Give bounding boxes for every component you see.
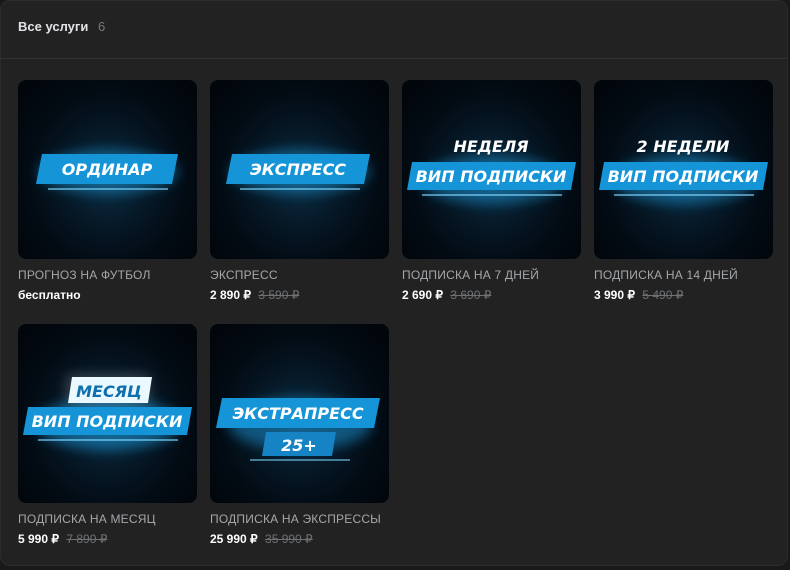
services-panel: Все услуги 6 ОРДИНАР ПРОГНОЗ НА ФУТБОЛ б… xyxy=(0,0,788,566)
product-image[interactable]: ЭКСТРАПРЕСС 25+ xyxy=(210,324,389,503)
product-name[interactable]: ПОДПИСКА НА 14 ДНЕЙ xyxy=(594,268,773,282)
product-price: 2 690 ₽ xyxy=(402,288,443,302)
product-card-extrapress[interactable]: ЭКСТРАПРЕСС 25+ ПОДПИСКА НА ЭКСПРЕССЫ 25… xyxy=(210,324,389,546)
price-row: бесплатно xyxy=(18,288,197,302)
product-price: 25 990 ₽ xyxy=(210,532,258,546)
product-name[interactable]: ПОДПИСКА НА ЭКСПРЕССЫ xyxy=(210,512,389,526)
banner-line: ОРДИНАР xyxy=(62,160,153,179)
banner-line: ВИП ПОДПИСКИ xyxy=(608,167,759,186)
banner-line: НЕДЕЛЯ xyxy=(453,137,528,156)
banner-line: МЕСЯЦ xyxy=(76,382,142,401)
product-name[interactable]: ПОДПИСКА НА 7 ДНЕЙ xyxy=(402,268,581,282)
services-grid: ОРДИНАР ПРОГНОЗ НА ФУТБОЛ бесплатно ЭКСП… xyxy=(18,80,773,546)
banner-line: ВИП ПОДПИСКИ xyxy=(416,167,567,186)
section-title: Все услуги xyxy=(18,19,89,34)
product-image[interactable]: ЭКСПРЕСС xyxy=(210,80,389,259)
product-image[interactable]: 2 НЕДЕЛИ ВИП ПОДПИСКИ xyxy=(594,80,773,259)
product-image[interactable]: НЕДЕЛЯ ВИП ПОДПИСКИ xyxy=(402,80,581,259)
product-old-price: 35 990 ₽ xyxy=(265,532,313,546)
product-name[interactable]: ЭКСПРЕСС xyxy=(210,268,389,282)
product-old-price: 3 590 ₽ xyxy=(258,288,300,302)
product-name[interactable]: ПОДПИСКА НА МЕСЯЦ xyxy=(18,512,197,526)
banner-line: ЭКСПРЕСС xyxy=(250,160,346,179)
product-card-two-weeks[interactable]: 2 НЕДЕЛИ ВИП ПОДПИСКИ ПОДПИСКА НА 14 ДНЕ… xyxy=(594,80,773,302)
price-row: 5 990 ₽ 7 890 ₽ xyxy=(18,532,197,546)
product-image[interactable]: МЕСЯЦ ВИП ПОДПИСКИ xyxy=(18,324,197,503)
price-row: 3 990 ₽ 5 490 ₽ xyxy=(594,288,773,302)
product-price: бесплатно xyxy=(18,288,81,302)
product-price: 5 990 ₽ xyxy=(18,532,59,546)
banner-line: ЭКСТРАПРЕСС xyxy=(232,404,363,423)
product-card-month[interactable]: МЕСЯЦ ВИП ПОДПИСКИ ПОДПИСКА НА МЕСЯЦ 5 9… xyxy=(18,324,197,546)
product-old-price: 3 690 ₽ xyxy=(450,288,492,302)
banner-line: 2 НЕДЕЛИ xyxy=(637,137,730,156)
services-header: Все услуги 6 xyxy=(1,1,787,59)
price-row: 2 690 ₽ 3 690 ₽ xyxy=(402,288,581,302)
product-old-price: 5 490 ₽ xyxy=(642,288,684,302)
price-row: 25 990 ₽ 35 990 ₽ xyxy=(210,532,389,546)
product-old-price: 7 890 ₽ xyxy=(66,532,108,546)
banner-line: ВИП ПОДПИСКИ xyxy=(32,412,183,431)
product-card-express[interactable]: ЭКСПРЕСС ЭКСПРЕСС 2 890 ₽ 3 590 ₽ xyxy=(210,80,389,302)
product-card-week[interactable]: НЕДЕЛЯ ВИП ПОДПИСКИ ПОДПИСКА НА 7 ДНЕЙ 2… xyxy=(402,80,581,302)
services-count: 6 xyxy=(97,19,106,34)
product-price: 3 990 ₽ xyxy=(594,288,635,302)
product-price: 2 890 ₽ xyxy=(210,288,251,302)
price-row: 2 890 ₽ 3 590 ₽ xyxy=(210,288,389,302)
banner-line: 25+ xyxy=(281,436,317,455)
product-image[interactable]: ОРДИНАР xyxy=(18,80,197,259)
product-card-ordinar[interactable]: ОРДИНАР ПРОГНОЗ НА ФУТБОЛ бесплатно xyxy=(18,80,197,302)
product-name[interactable]: ПРОГНОЗ НА ФУТБОЛ xyxy=(18,268,197,282)
